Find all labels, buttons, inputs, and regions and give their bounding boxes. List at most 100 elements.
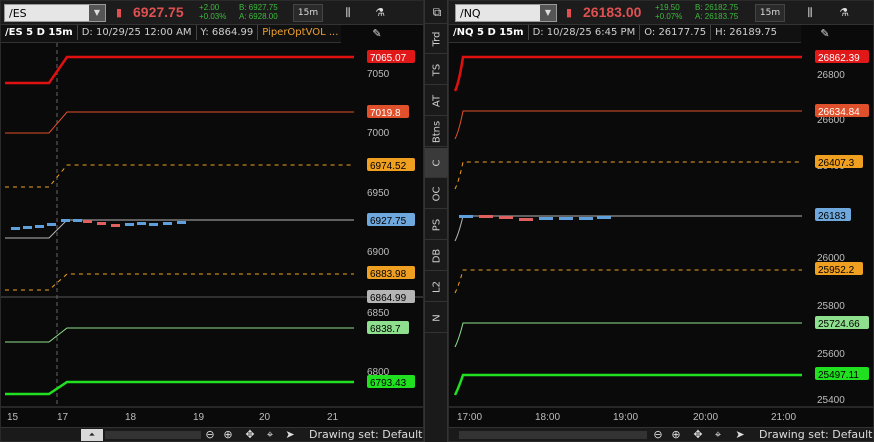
y-axis-label: 26800 [817,70,845,81]
sidebar-item-at[interactable]: AT [425,86,449,116]
net-change: +2.00 +0.03% [199,3,226,21]
sidebar-item-oc[interactable]: OC [425,179,449,209]
x-axis-label: 15 [7,412,19,423]
level-label-orange-high: 6974.52 [370,161,407,172]
horizontal-scrollbar[interactable] [105,431,201,439]
timeframe-button[interactable]: 15m [293,4,323,22]
nq-bottom-bar: ⊖ ⊕ ✥ ⌖ ➤ Drawing set: Default [449,427,873,441]
candle [597,216,611,219]
nq-chart-panel: /NQ ▼ ▮ 26183.00 +19.50 +0.07% B: 26182.… [448,0,874,442]
level-label-orange-red: 7019.8 [370,108,401,119]
candle [83,220,92,223]
zoom-out-icon[interactable]: ⊖ [203,428,217,442]
chart-title: /ES 5 D 15m [5,27,73,38]
drawing-tools-icon[interactable]: ✎ [365,26,389,42]
sidebar-item-btns[interactable]: Btns [425,117,449,147]
chart-title: /NQ 5 D 15m [453,27,524,38]
last-price: 26183.00 [583,4,642,20]
drawing-tools-icon[interactable]: ✎ [813,26,837,42]
symbol-input[interactable]: /NQ ▼ [455,4,557,22]
sidebar-item-l2[interactable]: L2 [425,272,449,302]
change-value: +2.00 [199,3,220,12]
nq-info-bar: /NQ 5 D 15m D: 10/28/25 6:45 PM O: 26177.7… [449,25,801,43]
candle [111,224,120,227]
sidebar-item-ps[interactable]: PS [425,210,449,240]
sidebar-item-label: PS [431,218,443,231]
studies-flask-icon[interactable]: ⚗ [833,4,855,22]
symbol-dropdown-icon[interactable]: ▼ [89,5,105,21]
sidebar-item-n[interactable]: N [425,303,449,333]
es-bottom-bar: ⏶ ⊖ ⊕ ✥ ⌖ ➤ Drawing set: Default [1,427,423,441]
info-date: D: 10/29/25 12:00 AM [76,25,196,40]
sidebar-item-c[interactable]: C [425,148,449,178]
candle [163,222,172,225]
symbol-dropdown-icon[interactable]: ▼ [540,5,556,21]
sidebar-item-label: N [431,313,443,322]
x-axis-label: 21 [327,412,339,423]
sidebar-item-label: DB [431,248,443,263]
x-axis-label: 17 [57,412,69,423]
nq-toolbar: /NQ ▼ ▮ 26183.00 +19.50 +0.07% B: 26182.… [449,1,873,25]
scroll-home-button[interactable]: ⏶ [81,429,103,441]
es-chart-panel: /ES ▼ ▮ 6927.75 +2.00 +0.03% B: 6927.75 … [0,0,424,442]
es-chart-area[interactable]: 7050700069506900685068007065.077019.8697… [1,43,423,429]
pan-icon[interactable]: ✥ [691,428,705,442]
net-change: +19.50 +0.07% [655,3,682,21]
candles-icon[interactable]: ⫼ [337,4,359,22]
level-label-gray: 6864.99 [370,293,407,304]
gadget-sidebar: ⧉ Trd TS AT Btns C OC PS DB L2 N [424,0,449,442]
ask-value: A: 6928.00 [239,12,278,21]
ask-value: A: 26183.75 [695,12,739,21]
alert-icon[interactable]: ▮ [563,6,575,20]
zoom-out-icon[interactable]: ⊖ [651,428,665,442]
level-line-last [454,215,802,242]
study-name[interactable]: PiperOptVOL ... [257,25,341,40]
sidebar-item-ts[interactable]: TS [425,55,449,85]
level-line-light-green [454,322,802,348]
sidebar-toggle-icon[interactable]: ⧉ [425,0,449,24]
candle [479,215,493,218]
change-value: +19.50 [655,3,680,12]
sidebar-item-label: TS [431,63,443,76]
crosshair-icon[interactable]: ⌖ [711,428,725,442]
es-info-bar: /ES 5 D 15m D: 10/29/25 12:00 AM Y: 6864.9… [1,25,341,43]
cursor-icon[interactable]: ➤ [283,428,297,442]
level-label-orange-red: 26634.84 [818,107,860,118]
y-axis-label: 25400 [817,395,845,406]
zoom-in-icon[interactable]: ⊕ [669,428,683,442]
candle [459,215,473,218]
nq-chart-area[interactable]: 2680026600264002620026000258002560025400… [449,43,873,429]
candle [97,222,106,225]
zoom-in-icon[interactable]: ⊕ [221,428,235,442]
candles-icon[interactable]: ⫼ [799,4,821,22]
studies-flask-icon[interactable]: ⚗ [369,4,391,22]
candle [35,225,44,228]
symbol-input[interactable]: /ES ▼ [4,4,106,22]
timeframe-button[interactable]: 15m [755,4,785,22]
candle [125,223,134,226]
y-axis-label: 7000 [367,128,390,139]
drawing-set[interactable]: Drawing set: Default [759,428,872,442]
sidebar-item-label: Btns [431,120,443,143]
sidebar-item-label: C [431,159,443,166]
alert-icon[interactable]: ▮ [113,6,125,20]
x-axis-label: 17:00 [457,412,482,423]
drawing-set[interactable]: Drawing set: Default [309,428,422,442]
crosshair-icon[interactable]: ⌖ [263,428,277,442]
bid-ask: B: 6927.75 A: 6928.00 [239,3,278,21]
level-label-green: 25497.11 [818,370,859,381]
bid-value: B: 6927.75 [239,3,278,12]
bid-value: B: 26182.75 [695,3,739,12]
candle [11,227,20,230]
level-label-red: 7065.07 [370,53,407,64]
y-axis-label: 25800 [817,301,845,312]
sidebar-item-trd[interactable]: Trd [425,24,449,54]
pan-icon[interactable]: ✥ [243,428,257,442]
cursor-icon[interactable]: ➤ [733,428,747,442]
sidebar-item-db[interactable]: DB [425,241,449,271]
horizontal-scrollbar[interactable] [459,431,647,439]
level-line-orange-low [454,269,802,294]
last-price: 6927.75 [133,4,184,20]
x-axis-label: 20:00 [693,412,718,423]
level-label-orange-low: 6883.98 [370,269,407,280]
